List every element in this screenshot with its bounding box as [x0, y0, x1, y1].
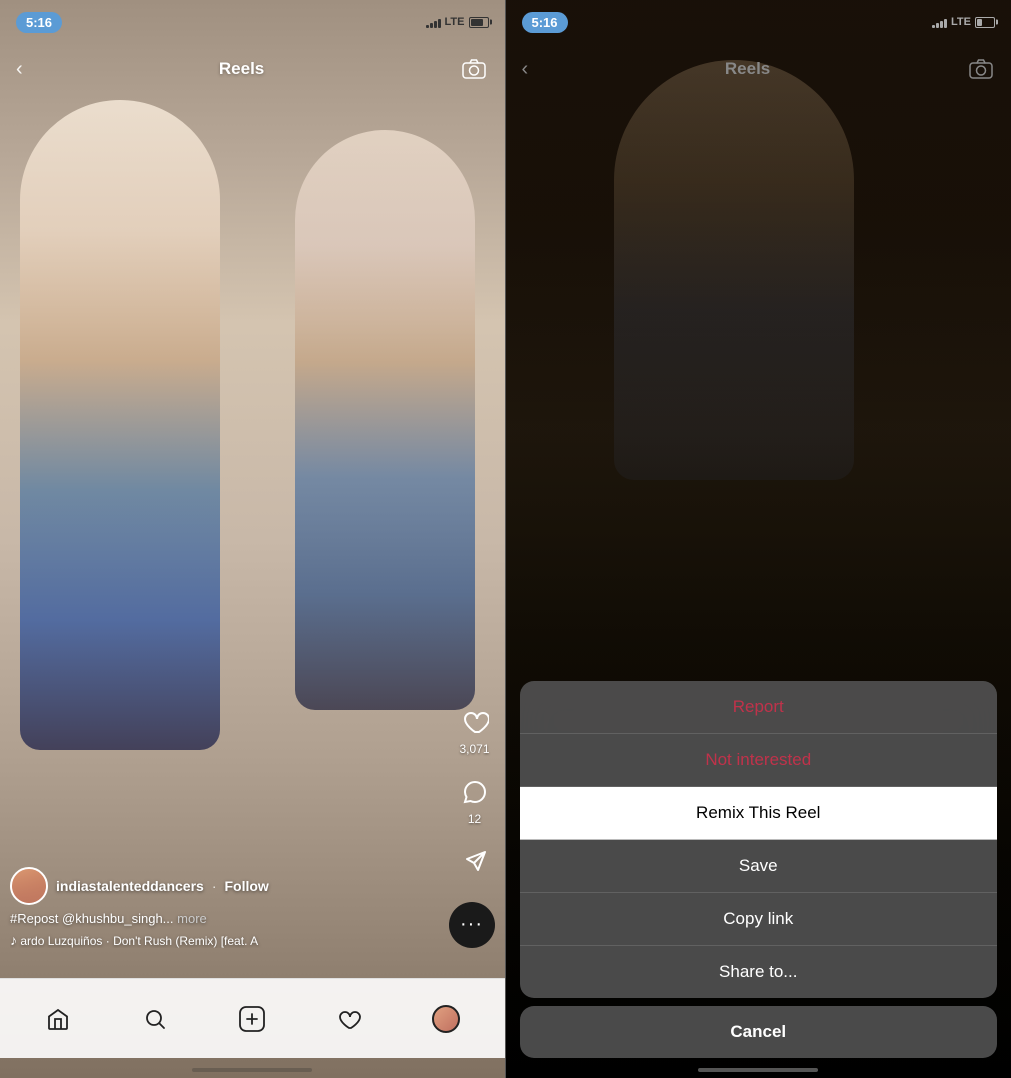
not-interested-label: Not interested	[705, 750, 811, 770]
user-info: indiastalenteddancers · Follow #Repost @…	[10, 867, 445, 948]
home-icon	[46, 1007, 70, 1031]
nav-bar-right: ‹ Reels	[506, 44, 1011, 94]
person-figure-left	[20, 100, 220, 750]
status-bar-right: 5:16 LTE	[506, 0, 1011, 44]
home-indicator-right	[698, 1068, 818, 1072]
dot-separator: ·	[212, 878, 217, 894]
nav-bar-left: ‹ Reels	[0, 44, 505, 94]
right-panel: 5:16 LTE ‹ Reels	[506, 0, 1011, 1078]
nav-profile[interactable]	[424, 997, 468, 1041]
status-bar-left: 5:16 LTE	[0, 0, 505, 44]
comment-count: 12	[468, 812, 481, 826]
remix-item[interactable]: Remix This Reel	[520, 787, 998, 840]
user-row: indiastalenteddancers · Follow	[10, 867, 445, 905]
left-panel: 5:16 LTE ‹ Reels	[0, 0, 505, 1078]
camera-icon-right	[969, 59, 993, 79]
add-icon	[238, 1005, 266, 1033]
right-person-figure	[614, 60, 854, 480]
save-item[interactable]: Save	[520, 840, 998, 893]
comment-icon	[459, 776, 491, 808]
caption: #Repost @khushbu_singh... more	[10, 911, 445, 926]
report-item[interactable]: Report	[520, 681, 998, 734]
heart-icon	[459, 706, 491, 738]
cancel-item[interactable]: Cancel	[520, 1006, 998, 1058]
report-label: Report	[733, 697, 784, 717]
status-icons-left: LTE	[426, 16, 489, 28]
lte-label: LTE	[445, 16, 465, 28]
profile-avatar-nav	[432, 1005, 460, 1033]
copy-link-item[interactable]: Copy link	[520, 893, 998, 946]
comment-button[interactable]: 12	[459, 776, 491, 826]
remix-label: Remix This Reel	[696, 803, 820, 823]
battery-icon-right	[975, 17, 995, 28]
status-time-right: 5:16	[522, 12, 568, 33]
search-icon	[143, 1007, 167, 1031]
more-options-button[interactable]: ···	[449, 902, 495, 948]
save-label: Save	[739, 856, 778, 876]
status-icons-right: LTE	[932, 16, 995, 28]
nav-title-left: Reels	[219, 59, 264, 79]
send-icon	[459, 846, 491, 878]
action-buttons: 3,071 12	[459, 706, 491, 878]
cancel-sheet: Cancel	[520, 1006, 998, 1058]
battery-icon	[469, 17, 489, 28]
back-button-left[interactable]: ‹	[16, 58, 23, 81]
ellipsis-icon: ···	[460, 913, 483, 936]
camera-icon	[462, 59, 486, 79]
share-button[interactable]	[459, 846, 491, 878]
nav-activity[interactable]	[327, 997, 371, 1041]
status-time-left: 5:16	[16, 12, 62, 33]
action-sheet-container: Report Not interested Remix This Reel Sa…	[520, 681, 998, 1058]
share-item[interactable]: Share to...	[520, 946, 998, 998]
nav-home[interactable]	[36, 997, 80, 1041]
like-button[interactable]: 3,071	[459, 706, 491, 756]
person-figure-right	[295, 130, 475, 710]
signal-icon	[426, 16, 441, 28]
cancel-label: Cancel	[730, 1022, 786, 1041]
bottom-nav	[0, 978, 505, 1058]
follow-button[interactable]: Follow	[225, 878, 269, 894]
not-interested-item[interactable]: Not interested	[520, 734, 998, 787]
action-sheet: Report Not interested Remix This Reel Sa…	[520, 681, 998, 998]
copy-link-label: Copy link	[723, 909, 793, 929]
nav-add[interactable]	[230, 997, 274, 1041]
heart-nav-icon	[337, 1007, 361, 1031]
username[interactable]: indiastalenteddancers	[56, 878, 204, 894]
back-button-right[interactable]: ‹	[522, 58, 529, 81]
music-info[interactable]: ♪ ardo Luzquiños · Don't Rush (Remix) [f…	[10, 932, 445, 948]
camera-button-right[interactable]	[967, 55, 995, 83]
share-label: Share to...	[719, 962, 797, 982]
camera-button[interactable]	[460, 55, 488, 83]
home-indicator-left	[192, 1068, 312, 1072]
like-count: 3,071	[459, 742, 489, 756]
avatar[interactable]	[10, 867, 48, 905]
nav-title-right: Reels	[725, 59, 770, 79]
more-link[interactable]: more	[177, 911, 207, 926]
nav-search[interactable]	[133, 997, 177, 1041]
lte-label-right: LTE	[951, 16, 971, 28]
signal-icon-right	[932, 16, 947, 28]
